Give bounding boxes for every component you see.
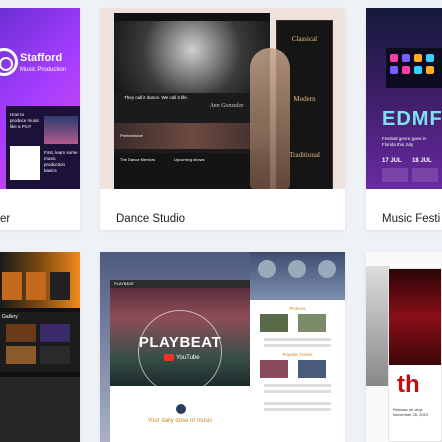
- side-label: Popular Tracks: [282, 352, 313, 357]
- template-thumbnail[interactable]: They call it dance. We call it life. Ann…: [100, 8, 345, 189]
- template-card-music-producer[interactable]: Stafford Music Production How to produce…: [0, 8, 80, 230]
- card-caption[interactable]: Dance Studio: [116, 213, 185, 225]
- thumb-side-header: [250, 252, 345, 300]
- thumb-site-preview: PLAYBEAT PLAYBEAT YouTube Your daily dos…: [110, 280, 250, 442]
- thumb-nav-label: PLAYBEAT: [114, 281, 135, 286]
- thumb-side-preview: Pictures Popular Tracks: [250, 252, 345, 442]
- template-card-band[interactable]: Gallery: [0, 252, 80, 442]
- thumb-gallery: Gallery: [0, 312, 80, 372]
- thumb-albums: [0, 252, 80, 308]
- template-card-playbeat[interactable]: PLAYBEAT PLAYBEAT YouTube Your daily dos…: [100, 252, 345, 442]
- thumb-footer: [0, 377, 80, 442]
- thumb-photo: [366, 266, 390, 386]
- thumb-strip: Performance: [114, 123, 270, 149]
- gallery-label: Gallery: [2, 314, 18, 320]
- stafford-logo-icon: [0, 48, 18, 76]
- side-label: Classical: [291, 35, 318, 43]
- template-thumbnail[interactable]: EDMF Festival genre goes in Florida this…: [366, 8, 442, 189]
- thumb-card: [10, 146, 40, 180]
- date-label: 17 JUL: [382, 158, 402, 164]
- thumb-text: Release on vinyl November 25, 2019: [393, 407, 429, 417]
- youtube-badge: YouTube: [164, 354, 200, 364]
- thumb-text: Festival genre goes in Florida this July: [382, 136, 427, 147]
- side-label: Pictures: [289, 306, 306, 311]
- thumb-signature: Ann Gonzalez: [210, 103, 244, 109]
- thumb-tagline: Your daily dose of music: [147, 418, 213, 424]
- thumb-site-preview: They call it dance. We call it life. Ann…: [114, 13, 270, 189]
- thumb-headline: th: [397, 371, 420, 398]
- strip-label: Upcoming shows: [174, 157, 205, 162]
- thumb-nav: PLAYBEAT: [110, 280, 250, 288]
- thumb-poster: th Release on vinyl November 25, 2019: [388, 268, 442, 442]
- thumb-panel-text: How to produce music like a Pro?: [10, 112, 40, 129]
- thumb-avatar: [176, 404, 186, 414]
- thumb-title: Stafford: [20, 52, 63, 64]
- thumb-hero-text: They call it dance. We call it life.: [124, 95, 188, 100]
- template-thumbnail[interactable]: Gallery: [0, 252, 80, 442]
- thumb-headline: EDMF: [382, 108, 442, 130]
- thumb-title: PLAYBEAT: [138, 334, 222, 351]
- playbeat-circle-icon: [138, 310, 222, 394]
- thumb-image: [44, 116, 78, 144]
- template-card-vinyl-release[interactable]: th Release on vinyl November 25, 2019: [366, 252, 442, 442]
- template-card-music-festival[interactable]: EDMF Festival genre goes in Florida this…: [366, 8, 442, 230]
- thumb-red-art: [389, 269, 441, 365]
- strip-label: The Dance Mentors: [120, 157, 156, 162]
- thumb-subtitle: Music Production: [20, 67, 67, 73]
- thumb-hero-image: [114, 21, 270, 93]
- template-thumbnail[interactable]: PLAYBEAT PLAYBEAT YouTube Your daily dos…: [100, 252, 345, 442]
- thumb-bottom: The Dance Mentors Upcoming shows: [114, 153, 270, 189]
- template-card-dance-studio[interactable]: They call it dance. We call it life. Ann…: [100, 8, 345, 230]
- dancer-image: [250, 48, 290, 189]
- thumb-panel-text: First, learn some music production basic…: [44, 150, 78, 173]
- date-label: 18 JUL: [412, 158, 432, 164]
- thumb-panel: How to produce music like a Pro? First, …: [6, 106, 80, 189]
- strip-label: Performance: [120, 133, 143, 138]
- thumb-nav: [114, 13, 270, 21]
- card-caption[interactable]: er: [0, 213, 10, 225]
- launchpad-image: [386, 48, 442, 88]
- thumb-hero-image: PLAYBEAT YouTube: [110, 288, 250, 394]
- card-caption[interactable]: Music Festi: [382, 213, 440, 225]
- template-thumbnail[interactable]: Stafford Music Production How to produce…: [0, 8, 80, 189]
- template-thumbnail[interactable]: th Release on vinyl November 25, 2019: [366, 252, 442, 442]
- thumb-dates: 17 JUL 18 JUL: [382, 158, 442, 182]
